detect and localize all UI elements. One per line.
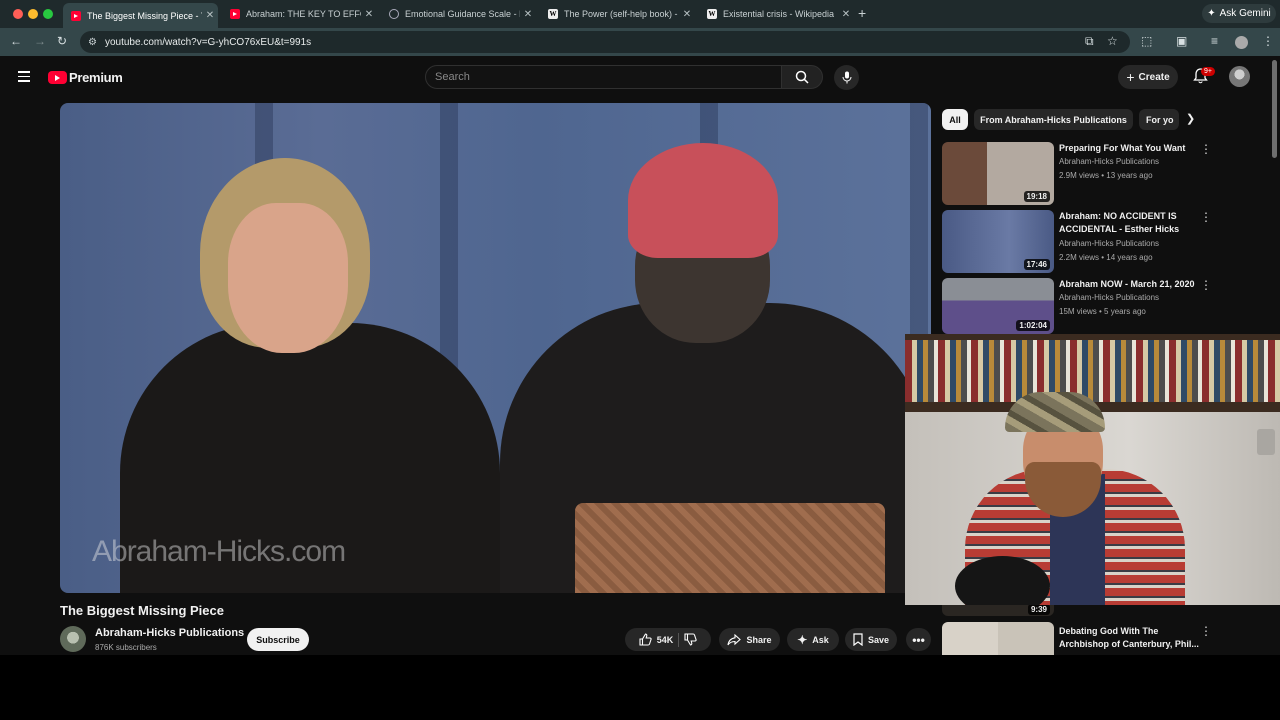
wikipedia-icon: W — [548, 9, 558, 19]
extensions-icon[interactable]: ⬚ — [1141, 34, 1152, 48]
tab-emotional-guidance[interactable]: Emotional Guidance Scale - I ✕ — [381, 3, 536, 25]
channel-name[interactable]: Abraham-Hicks Publications — [95, 627, 244, 639]
chevron-right-icon[interactable]: ❯ — [1186, 112, 1195, 125]
address-bar[interactable]: ⚙ youtube.com/watch?v=G-yhCO76xEU&t=991s — [80, 31, 1130, 53]
youtube-icon — [71, 10, 81, 21]
youtube-logo[interactable]: Premium — [48, 70, 123, 85]
video-thumbnail[interactable]: 17:46 — [942, 210, 1054, 273]
list-item[interactable]: 19:18 Preparing For What You Want Abraha… — [942, 142, 1212, 205]
youtube-header: Premium Search + Create 9+ — [0, 56, 1280, 98]
minimize-window-icon[interactable] — [28, 9, 38, 19]
chip-for-you[interactable]: For yo — [1139, 109, 1179, 130]
install-icon[interactable]: ⧉ — [1085, 34, 1094, 49]
bookmark-icon — [853, 633, 863, 646]
like-divider — [678, 632, 680, 647]
camo-cap — [1005, 392, 1105, 432]
close-window-icon[interactable] — [13, 9, 23, 19]
youtube-icon — [230, 9, 240, 19]
search-icon — [795, 70, 809, 84]
books — [905, 340, 1280, 402]
save-button[interactable]: Save — [845, 628, 897, 651]
channel-avatar[interactable] — [60, 626, 86, 652]
webcam-overlay[interactable] — [905, 334, 1280, 605]
youtube-logo-icon — [48, 71, 67, 84]
list-item[interactable]: 17:46 Abraham: NO ACCIDENT IS ACCIDENTAL… — [942, 210, 1212, 273]
tab-abraham-key[interactable]: Abraham: THE KEY TO EFFOR ✕ — [222, 3, 377, 25]
kebab-menu-icon[interactable]: ⋮ — [1200, 624, 1212, 638]
like-dislike-group: 54K — [625, 628, 711, 651]
more-actions-button[interactable]: ••• — [906, 628, 931, 651]
browser-toolbar: ← → ↻ ⚙ youtube.com/watch?v=G-yhCO76xEU&… — [0, 28, 1280, 56]
url-text: youtube.com/watch?v=G-yhCO76xEU&t=991s — [104, 36, 312, 48]
woman-face — [228, 203, 348, 353]
video-thumbnail[interactable]: 19:18 — [942, 142, 1054, 205]
create-button[interactable]: + Create — [1118, 65, 1178, 89]
subscribe-button[interactable]: Subscribe — [247, 628, 309, 651]
close-tab-icon[interactable]: ✕ — [361, 9, 377, 20]
ask-button[interactable]: ✦ Ask — [787, 628, 839, 651]
kebab-menu-icon[interactable]: ⋮ — [1200, 278, 1212, 292]
chair-back — [575, 503, 885, 593]
close-tab-icon[interactable]: ✕ — [520, 9, 536, 20]
menu-icon[interactable] — [18, 71, 30, 85]
bookmark-star-icon[interactable]: ☆ — [1107, 34, 1118, 48]
wikipedia-icon: W — [707, 9, 717, 19]
chip-all[interactable]: All — [942, 109, 968, 130]
tab-biggest-missing-piece[interactable]: The Biggest Missing Piece - Y ✕ — [63, 3, 218, 28]
avatar[interactable] — [1229, 66, 1250, 87]
tab-search-icon[interactable]: ≡ — [1211, 34, 1218, 48]
sidebar-icon[interactable]: ▣ — [1176, 34, 1187, 48]
ask-gemini-button[interactable]: ✦ Ask Gemini — [1202, 4, 1276, 23]
video-thumbnail[interactable] — [942, 622, 1054, 655]
kebab-menu-icon[interactable]: ⋮ — [1262, 34, 1274, 48]
thumbs-up-icon — [639, 633, 652, 646]
search-button[interactable] — [781, 65, 823, 89]
site-info-icon[interactable]: ⚙ — [88, 37, 97, 48]
plus-icon: + — [1126, 69, 1135, 85]
profile-icon[interactable] — [1235, 36, 1248, 49]
notification-count-badge: 9+ — [1201, 67, 1215, 76]
close-tab-icon[interactable]: ✕ — [838, 9, 854, 20]
kebab-menu-icon[interactable]: ⋮ — [1200, 210, 1212, 224]
kebab-menu-icon[interactable]: ⋮ — [1200, 142, 1212, 156]
more-horizontal-icon: ••• — [912, 632, 925, 647]
tab-strip: The Biggest Missing Piece - Y ✕ Abraham:… — [0, 0, 1280, 28]
scrollbar[interactable] — [1272, 60, 1277, 158]
tab-the-power[interactable]: W The Power (self-help book) - ✕ — [540, 3, 695, 25]
back-icon[interactable]: ← — [10, 34, 22, 48]
chip-from-channel[interactable]: From Abraham-Hicks Publications — [974, 109, 1133, 130]
thumbs-down-icon[interactable] — [684, 633, 697, 646]
light-switch — [1257, 429, 1275, 455]
red-cap — [628, 143, 778, 258]
search-input[interactable]: Search — [425, 65, 782, 89]
sparkle-icon: ✦ — [797, 632, 808, 647]
sparkle-icon: ✦ — [1207, 8, 1216, 19]
share-icon — [727, 633, 742, 645]
new-tab-button[interactable]: + — [858, 5, 866, 21]
browser-window: The Biggest Missing Piece - Y ✕ Abraham:… — [0, 0, 1280, 655]
globe-icon — [389, 9, 399, 19]
close-tab-icon[interactable]: ✕ — [202, 10, 218, 21]
share-button[interactable]: Share — [719, 628, 780, 651]
maximize-window-icon[interactable] — [43, 9, 53, 19]
close-tab-icon[interactable]: ✕ — [679, 9, 695, 20]
video-title: The Biggest Missing Piece — [60, 603, 224, 618]
voice-search-button[interactable] — [834, 65, 859, 90]
forward-icon[interactable]: → — [34, 34, 46, 48]
tab-existential-crisis[interactable]: W Existential crisis - Wikipedia ✕ — [699, 3, 854, 25]
like-button[interactable]: 54K — [639, 633, 673, 646]
video-player[interactable]: Abraham-Hicks.com — [60, 103, 931, 593]
video-thumbnail[interactable]: 1:02:04 — [942, 278, 1054, 334]
list-item[interactable]: Debating God With The Archbishop of Cant… — [942, 622, 1212, 655]
video-watermark: Abraham-Hicks.com — [92, 535, 346, 568]
list-item[interactable]: 1:02:04 Abraham NOW - March 21, 2020 Abr… — [942, 278, 1212, 334]
reload-icon[interactable]: ↻ — [57, 34, 67, 48]
microphone-icon — [842, 71, 851, 84]
subscriber-count: 876K subscribers — [95, 643, 157, 652]
